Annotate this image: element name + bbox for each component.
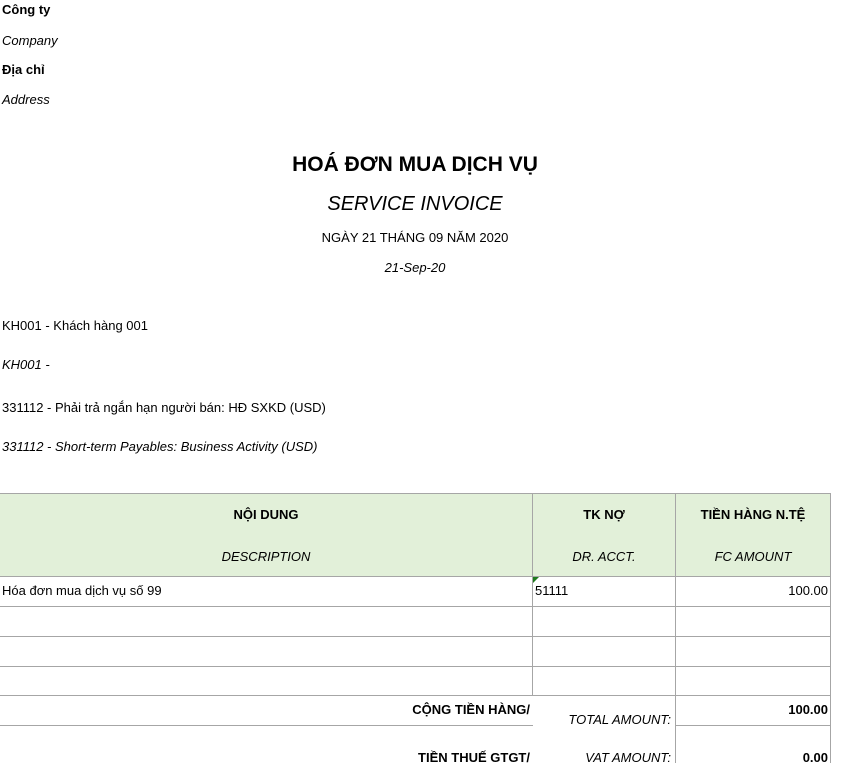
company-label-en: Company	[2, 33, 58, 48]
company-label-vi: Công ty	[2, 2, 51, 17]
customer-vi: KH001 - Khách hàng 001	[2, 318, 148, 333]
total-label-vi: CỘNG TIỀN HÀNG/	[412, 702, 530, 717]
invoice-date-en: 21-Sep-20	[384, 260, 446, 275]
header-amount-vi: TIỀN HÀNG N.TỆ	[700, 507, 806, 522]
customer-en: KH001 -	[2, 357, 50, 372]
invoice-date-vi: NGÀY 21 THÁNG 09 NĂM 2020	[321, 230, 509, 245]
header-account-vi: TK NỢ	[583, 507, 625, 522]
total-label-en: TOTAL AMOUNT:	[568, 712, 671, 727]
account-vi: 331112 - Phải trả ngắn hạn người bán: HĐ…	[2, 400, 326, 415]
header-amount-en: FC AMOUNT	[714, 549, 792, 564]
row-1-description: Hóa đơn mua dịch vụ số 99	[2, 583, 162, 598]
account-en: 331112 - Short-term Payables: Business A…	[2, 439, 318, 454]
row-1-account: 51111	[535, 583, 569, 598]
header-description-vi: NỘI DUNG	[233, 507, 299, 522]
row-1-amount: 100.00	[788, 583, 828, 598]
address-label-vi: Địa chỉ	[2, 62, 45, 77]
invoice-title-en: SERVICE INVOICE	[327, 193, 503, 215]
header-description-en: DESCRIPTION	[221, 549, 311, 564]
total-value: 100.00	[788, 702, 828, 717]
invoice-title-vi: HOÁ ĐƠN MUA DỊCH VỤ	[292, 153, 538, 176]
header-account-en: DR. ACCT.	[572, 549, 636, 564]
address-label-en: Address	[2, 92, 50, 107]
